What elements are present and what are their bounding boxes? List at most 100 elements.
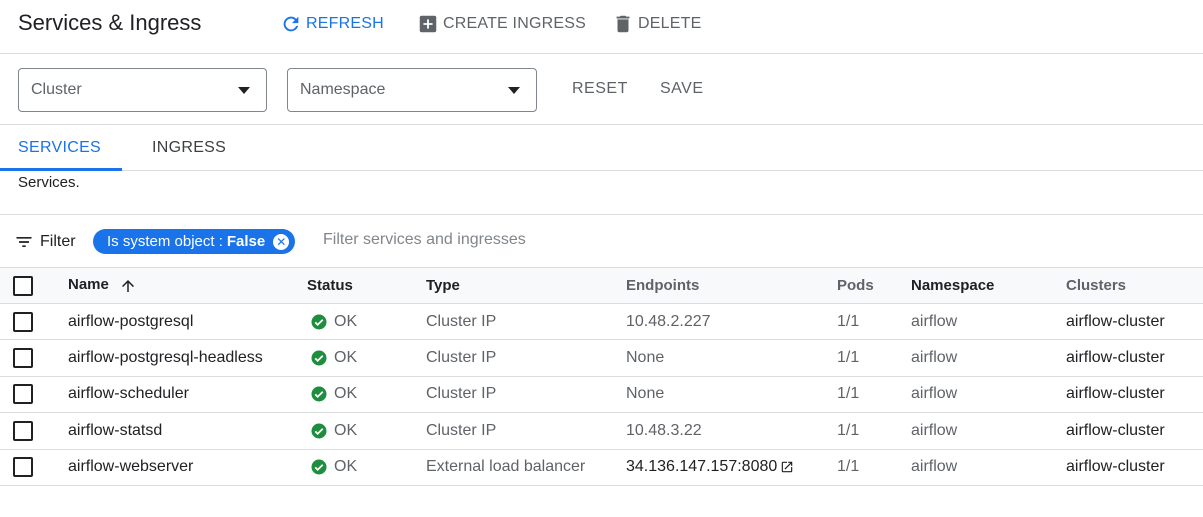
arrow-up-icon[interactable] [119,277,137,295]
service-type: External load balancer [426,449,626,486]
filter-label: Filter [40,233,76,250]
tab-description: Services. [18,174,80,191]
row-checkbox[interactable] [13,348,33,369]
service-type: Cluster IP [426,303,626,341]
check-circle-icon [311,386,327,402]
filter-list-icon [16,237,32,247]
service-pods: 1/1 [837,339,911,377]
service-pods: 1/1 [837,412,911,450]
save-button[interactable]: SAVE [660,80,704,98]
reset-button[interactable]: RESET [572,80,628,98]
namespace-select[interactable]: Namespace [287,68,537,112]
filter-chip[interactable]: Is system object : False ✕ [93,229,296,254]
status-cell: OK [307,412,426,450]
status-text: OK [334,458,358,476]
row-select-cell [0,449,68,486]
delete-button[interactable]: DELETE [612,12,701,36]
row-select-cell [0,303,68,341]
column-header-clusters[interactable]: Clusters [1066,267,1203,304]
refresh-label: REFRESH [306,15,384,32]
status-cell: OK [307,339,426,377]
row-select-cell [0,376,68,414]
delete-label: DELETE [638,15,702,32]
status-cell: OK [307,449,426,486]
service-type: Cluster IP [426,376,626,414]
status-text: OK [334,421,358,439]
service-pods: 1/1 [837,303,911,341]
service-name[interactable]: airflow-statsd [68,412,307,450]
status-text: OK [334,312,358,330]
table-row: airflow-statsd OK Cluster IP 10.48.3.22 … [0,412,1203,450]
check-circle-icon [311,314,327,330]
service-cluster[interactable]: airflow-cluster [1066,303,1203,341]
filter-button[interactable]: Filter [14,232,76,252]
page-title: Services & Ingress [18,10,202,35]
endpoint-cell: 34.136.147.157:8080 [626,449,837,486]
column-header-type[interactable]: Type [426,267,626,304]
service-endpoints: 34.136.147.157:8080 [626,458,778,476]
namespace-select-label: Namespace [300,81,386,98]
column-header-endpoints[interactable]: Endpoints [626,267,837,304]
create-ingress-label: CREATE INGRESS [443,15,586,32]
table-row: airflow-postgresql-headless OK Cluster I… [0,339,1203,377]
external-endpoint-link[interactable]: 34.136.147.157:8080 [626,458,794,476]
service-namespace: airflow [911,376,1066,414]
row-select-cell [0,339,68,377]
status-cell: OK [307,303,426,341]
table-header-row: Name Status Type Endpoints Pods Namespac… [0,267,1203,304]
tab-bar: SERVICES INGRESS [0,125,1203,171]
column-name-label: Name [68,276,109,294]
service-cluster[interactable]: airflow-cluster [1066,449,1203,486]
remove-chip-icon[interactable]: ✕ [273,233,290,250]
filter-bar: Cluster Namespace RESET SAVE [0,54,1203,125]
refresh-icon [283,16,299,32]
row-select-cell [0,412,68,450]
service-cluster[interactable]: airflow-cluster [1066,339,1203,377]
tab-ingress[interactable]: INGRESS [152,125,226,171]
service-endpoints: None [626,339,837,377]
service-type: Cluster IP [426,412,626,450]
tab-services[interactable]: SERVICES [0,125,122,171]
refresh-button[interactable]: REFRESH [280,12,384,36]
column-header-pods[interactable]: Pods [837,267,911,304]
service-name[interactable]: airflow-webserver [68,449,307,486]
dropdown-caret-icon [508,87,520,94]
table-row: airflow-webserver OK External load balan… [0,449,1203,486]
service-cluster[interactable]: airflow-cluster [1066,412,1203,450]
service-name[interactable]: airflow-scheduler [68,376,307,414]
cluster-select-label: Cluster [31,81,82,98]
service-type: Cluster IP [426,339,626,377]
status-cell: OK [307,376,426,414]
table-row: airflow-postgresql OK Cluster IP 10.48.2… [0,303,1203,341]
row-checkbox[interactable] [13,311,33,332]
select-all-checkbox[interactable] [13,275,33,296]
check-circle-icon [311,459,327,475]
service-endpoints: None [626,376,837,414]
row-checkbox[interactable] [13,457,33,478]
service-endpoints: 10.48.2.227 [626,303,837,341]
check-circle-icon [311,423,327,439]
row-checkbox[interactable] [13,420,33,441]
service-endpoints: 10.48.3.22 [626,412,837,450]
create-ingress-button[interactable]: CREATE INGRESS [417,12,586,36]
column-header-namespace[interactable]: Namespace [911,267,1066,304]
column-header-status[interactable]: Status [307,267,426,304]
service-name[interactable]: airflow-postgresql-headless [68,339,307,377]
service-pods: 1/1 [837,449,911,486]
service-namespace: airflow [911,339,1066,377]
row-checkbox[interactable] [13,384,33,405]
service-cluster[interactable]: airflow-cluster [1066,376,1203,414]
table-filter-row: Filter Is system object : False ✕ [0,214,1203,267]
service-namespace: airflow [911,412,1066,450]
add-box-icon [419,15,437,33]
status-text: OK [334,349,358,367]
service-name[interactable]: airflow-postgresql [68,303,307,341]
status-text: OK [334,385,358,403]
filter-input[interactable] [323,231,1183,249]
cluster-select[interactable]: Cluster [18,68,267,112]
table-row: airflow-scheduler OK Cluster IP None 1/1… [0,376,1203,414]
service-namespace: airflow [911,449,1066,486]
open-in-new-icon [782,462,793,473]
dropdown-caret-icon [238,87,250,94]
column-header-name[interactable]: Name [68,267,307,304]
